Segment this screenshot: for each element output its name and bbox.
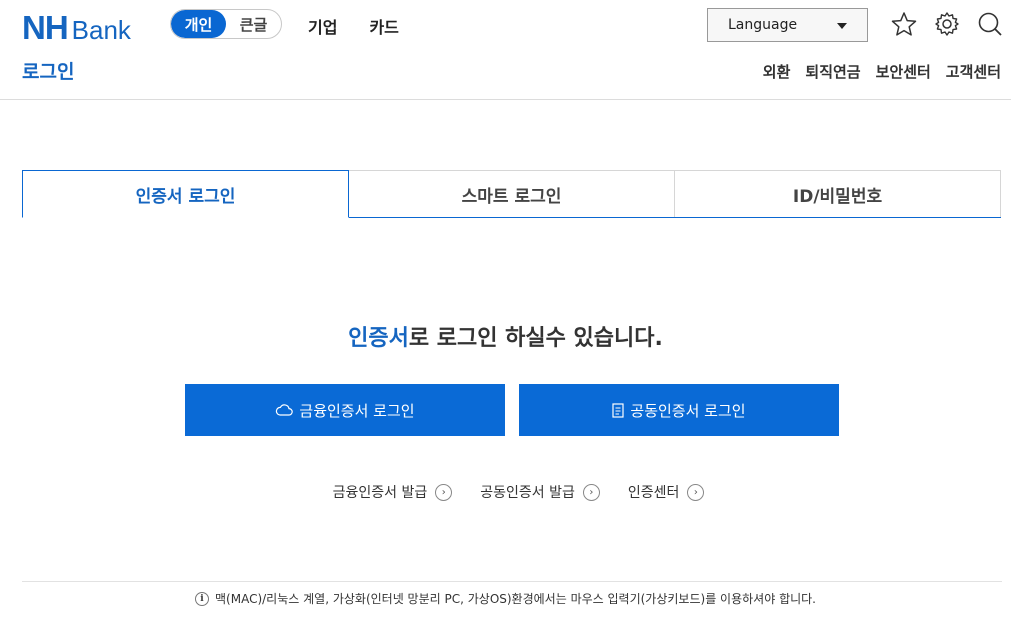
header: NH Bank 개인 큰글 기업 카드 Language 로그인 외환 퇴직연금…: [0, 0, 1011, 100]
link-financial-certificate-issue[interactable]: 금융인증서 발급 ›: [333, 482, 453, 502]
mode-personal-button[interactable]: 개인: [171, 10, 226, 38]
footer-notice-text: 맥(MAC)/리눅스 계열, 가상화(인터넷 망분리 PC, 가상OS)환경에서…: [215, 592, 816, 606]
chevron-right-icon: ›: [687, 483, 705, 501]
joint-certificate-login-button[interactable]: 공동인증서 로그인: [519, 384, 839, 436]
tab-certificate-login[interactable]: 인증서 로그인: [22, 170, 349, 218]
cloud-icon: [275, 403, 294, 417]
financial-certificate-login-button[interactable]: 금융인증서 로그인: [185, 384, 505, 436]
top-nav: 기업 카드: [308, 14, 399, 38]
caret-down-icon: [837, 23, 847, 29]
headline-text: 로 로그인 하실수 있습니다.: [408, 326, 663, 351]
subnav-security-center[interactable]: 보안센터: [876, 61, 931, 82]
joint-certificate-login-label: 공동인증서 로그인: [630, 401, 746, 420]
logo-bank-text: Bank: [71, 15, 131, 45]
chevron-right-icon: ›: [435, 483, 453, 501]
nav-card[interactable]: 카드: [369, 14, 398, 38]
mode-toggle: 개인 큰글: [170, 9, 282, 39]
subnav-pension[interactable]: 퇴직연금: [805, 61, 860, 82]
document-icon: [612, 402, 625, 418]
subnav-customer-center[interactable]: 고객센터: [946, 61, 1001, 82]
tab-smart-login[interactable]: 스마트 로그인: [349, 170, 675, 217]
link-label: 인증센터: [627, 485, 680, 501]
nh-bank-logo[interactable]: NH Bank: [22, 9, 131, 47]
link-label: 공동인증서 발급: [480, 485, 575, 501]
chevron-right-icon: ›: [582, 483, 600, 501]
gear-icon[interactable]: [934, 11, 960, 37]
language-select[interactable]: Language: [707, 8, 868, 42]
info-icon: i: [195, 591, 209, 606]
nav-corporate[interactable]: 기업: [308, 14, 337, 38]
link-certificate-center[interactable]: 인증센터 ›: [628, 482, 705, 502]
search-icon[interactable]: [977, 11, 1003, 37]
financial-certificate-login-label: 금융인증서 로그인: [299, 401, 415, 420]
login-tabs: 인증서 로그인 스마트 로그인 ID/비밀번호: [22, 170, 1001, 218]
mode-large-text-button[interactable]: 큰글: [226, 10, 281, 38]
page-title: 로그인: [22, 61, 75, 83]
link-joint-certificate-issue[interactable]: 공동인증서 발급 ›: [480, 482, 600, 502]
logo-nh-text: NH: [22, 9, 69, 46]
sub-nav: 외환 퇴직연금 보안센터 고객센터: [763, 61, 1001, 82]
headline-highlight: 인증서: [348, 326, 409, 351]
subnav-foreign-exchange[interactable]: 외환: [763, 61, 791, 82]
login-headline: 인증서로 로그인 하실수 있습니다.: [0, 320, 1011, 352]
tab-id-password-login[interactable]: ID/비밀번호: [675, 170, 1001, 217]
footer-divider: [22, 581, 1002, 582]
star-icon[interactable]: [891, 11, 917, 37]
language-select-label: Language: [728, 17, 798, 33]
certificate-links: 금융인증서 발급 › 공동인증서 발급 › 인증센터 ›: [0, 482, 1011, 502]
link-label: 금융인증서 발급: [332, 485, 428, 501]
footer-notice: i 맥(MAC)/리눅스 계열, 가상화(인터넷 망분리 PC, 가상OS)환경…: [0, 590, 1011, 607]
